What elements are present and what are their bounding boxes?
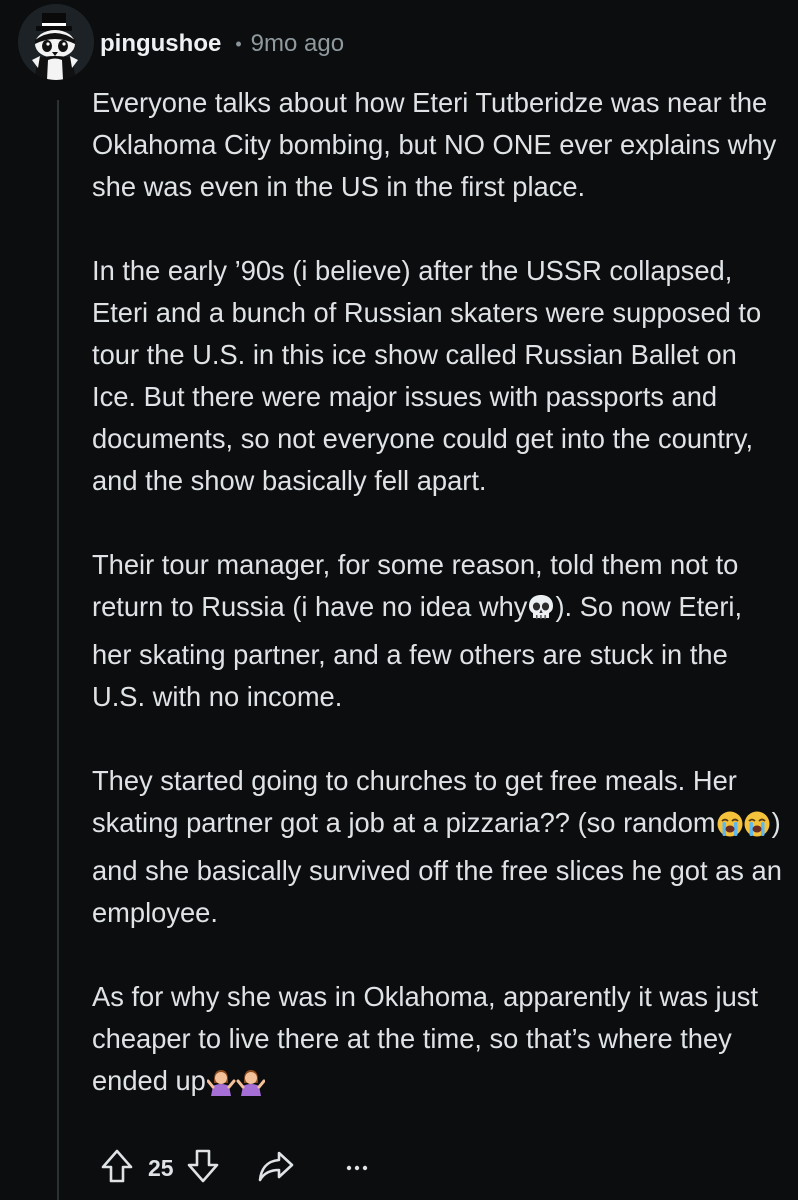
meta-separator: •: [235, 33, 242, 54]
comment-header: pingushoe • 9mo ago: [100, 24, 344, 64]
avatar[interactable]: [18, 4, 94, 80]
paragraph-text: As for why she was in Oklahoma, apparent…: [92, 981, 759, 1096]
comment-timestamp[interactable]: 9mo ago: [251, 30, 344, 58]
vote-count: 25: [148, 1154, 174, 1181]
paragraph-text: Everyone talks about how Eteri Tutberidz…: [92, 87, 777, 202]
comment-paragraph: They started going to churches to get fr…: [92, 760, 782, 934]
paragraph-text: In the early ’90s (i believe) after the …: [92, 255, 762, 496]
author-username[interactable]: pingushoe: [100, 30, 221, 58]
loudly-crying-face-emoji-icon: [717, 808, 771, 850]
skull-emoji-icon: [528, 592, 554, 634]
comment-body: Everyone talks about how Eteri Tutberidz…: [92, 82, 782, 1108]
person-shrugging-emoji-icon: [206, 1066, 266, 1108]
thread-line: [57, 100, 59, 1200]
comment-actions: 25: [100, 1148, 368, 1188]
comment-paragraph: Their tour manager, for some reason, tol…: [92, 544, 782, 718]
comment-paragraph: Everyone talks about how Eteri Tutberidz…: [92, 82, 782, 208]
arrow-up-icon[interactable]: [100, 1148, 134, 1189]
paragraph-text: They started going to churches to get fr…: [92, 765, 737, 838]
comment-paragraph: As for why she was in Oklahoma, apparent…: [92, 976, 782, 1108]
share-arrow-icon[interactable]: [258, 1150, 294, 1187]
arrow-down-icon[interactable]: [186, 1148, 220, 1189]
penguin-avatar-icon: [18, 4, 94, 80]
comment-paragraph: In the early ’90s (i believe) after the …: [92, 250, 782, 502]
more-options-icon[interactable]: [346, 1159, 368, 1177]
